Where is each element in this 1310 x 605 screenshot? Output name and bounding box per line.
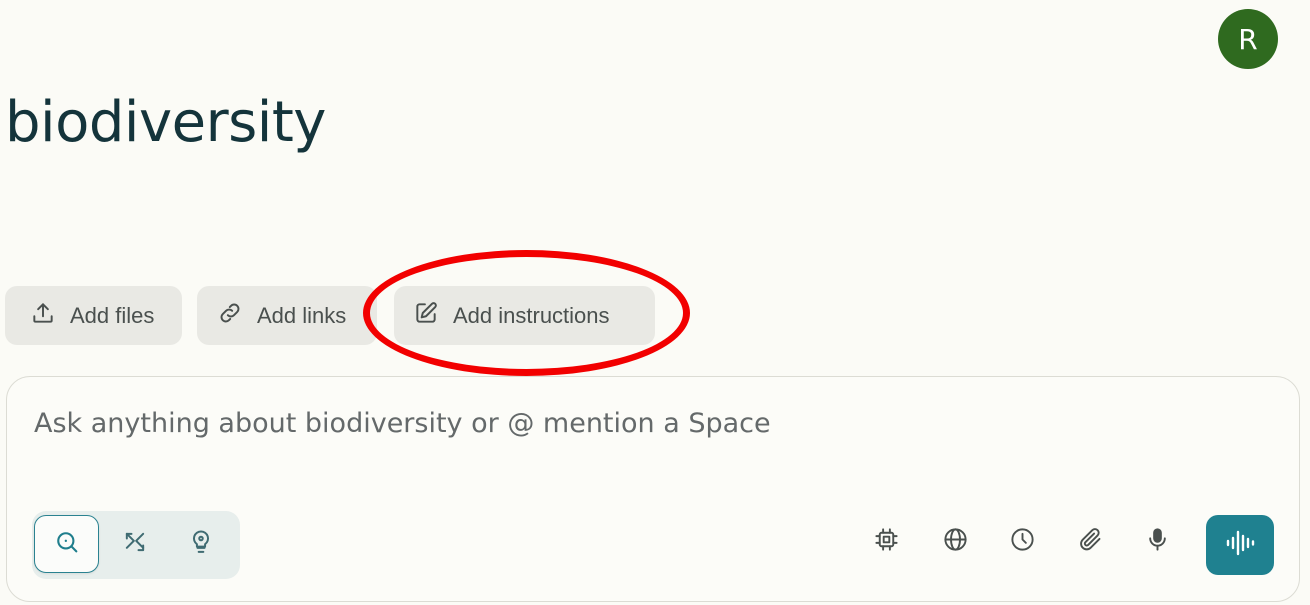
search-icon: [53, 528, 81, 561]
add-instructions-label: Add instructions: [453, 302, 610, 328]
add-instructions-button[interactable]: Add instructions: [394, 286, 655, 345]
attach-button[interactable]: [1070, 522, 1110, 562]
history-button[interactable]: [1002, 522, 1042, 562]
add-files-button[interactable]: Add files: [5, 286, 182, 345]
sources-button[interactable]: [935, 522, 975, 562]
dictate-button[interactable]: [1137, 522, 1177, 562]
composer: [6, 376, 1300, 602]
paperclip-icon: [1077, 526, 1104, 558]
link-icon: [217, 300, 243, 332]
page-title: biodiversity: [5, 90, 326, 155]
waveform-icon: [1223, 528, 1257, 563]
mode-search-button[interactable]: [34, 515, 99, 573]
research-icon: [121, 528, 149, 561]
add-links-label: Add links: [257, 302, 347, 328]
voice-mode-button[interactable]: [1206, 515, 1274, 575]
composer-input[interactable]: [34, 403, 1134, 443]
mode-labs-button[interactable]: [168, 515, 233, 573]
upload-icon: [30, 300, 56, 332]
clock-icon: [1009, 526, 1036, 558]
globe-icon: [942, 526, 969, 558]
mode-research-button[interactable]: [102, 515, 167, 573]
lightbulb-icon: [187, 528, 215, 561]
add-links-button[interactable]: Add links: [197, 286, 377, 345]
cpu-chip-icon: [873, 526, 900, 558]
add-files-label: Add files: [70, 302, 155, 328]
edit-icon: [413, 300, 439, 332]
model-selector-button[interactable]: [866, 522, 906, 562]
mode-selector: [32, 511, 240, 579]
user-avatar[interactable]: R: [1218, 9, 1278, 69]
microphone-icon: [1144, 526, 1171, 558]
